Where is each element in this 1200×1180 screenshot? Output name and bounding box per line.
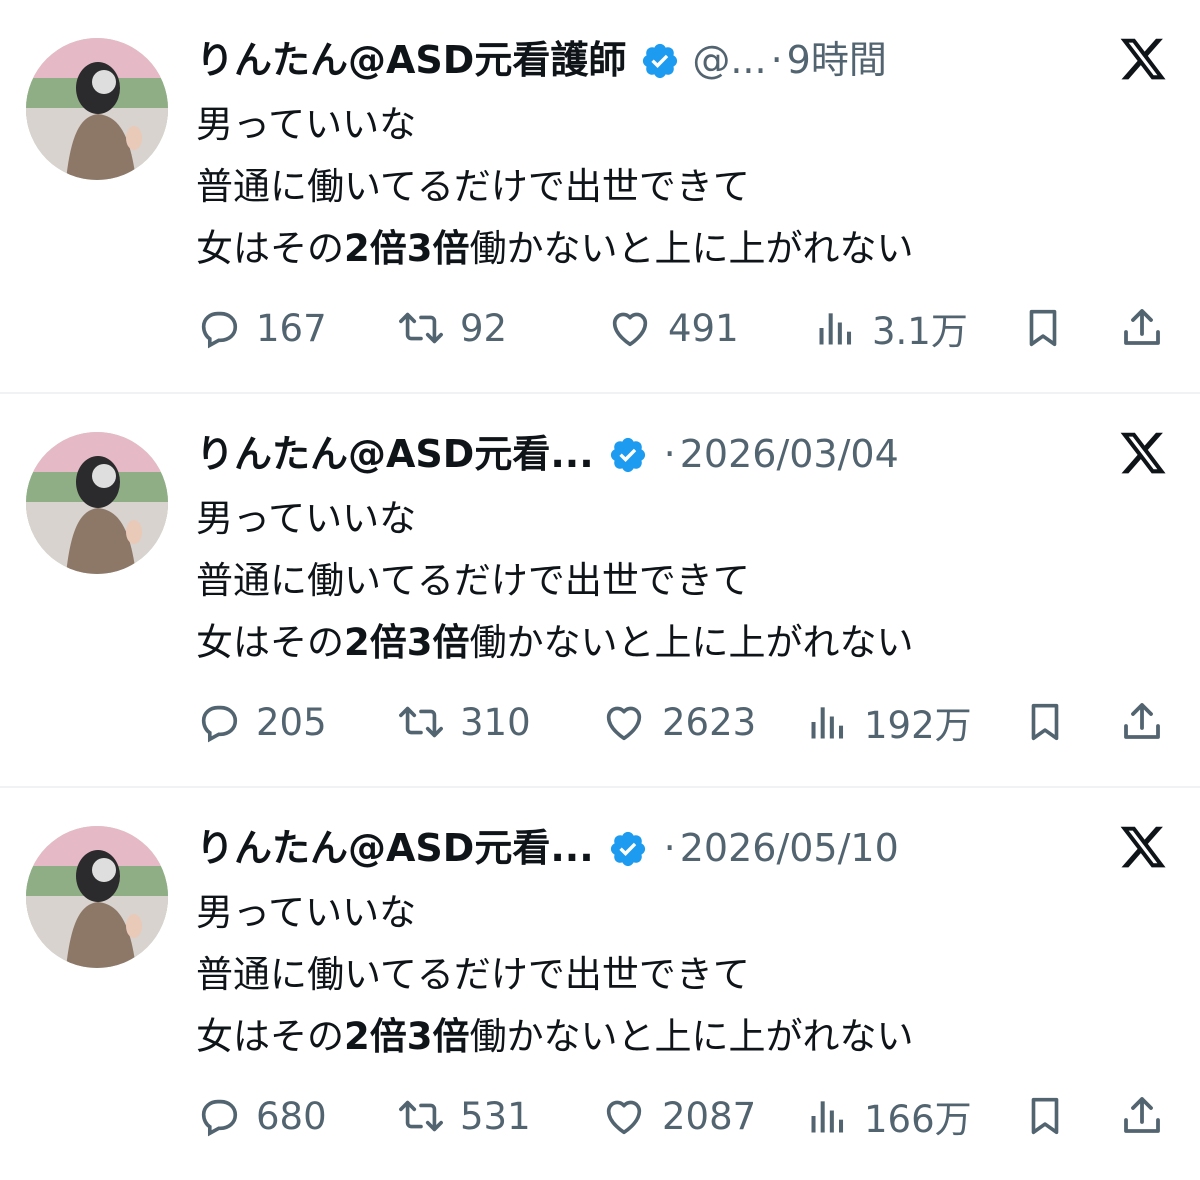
tweet-header: りんたん@ASD元看... · 2026/05/10 bbox=[196, 820, 899, 876]
x-logo-icon bbox=[1118, 822, 1168, 872]
x-logo-icon bbox=[1118, 428, 1168, 478]
tweet-line-2: 普通に働いてるだけで出世できて bbox=[196, 165, 750, 208]
x-logo-icon bbox=[1118, 34, 1168, 84]
view-count: 166万 bbox=[864, 1098, 972, 1141]
separator-dot: · bbox=[770, 38, 783, 82]
retweet-button[interactable]: 531 bbox=[396, 1078, 531, 1154]
tweet-line-3-end: 働かないと上に上がれない bbox=[469, 621, 914, 664]
tweet-line-3-end: 働かないと上に上がれない bbox=[469, 227, 914, 270]
retweet-icon bbox=[399, 706, 443, 738]
share-upload-icon bbox=[1124, 1097, 1160, 1133]
tweet-line-1: 男っていいな bbox=[196, 891, 417, 934]
reply-count: 680 bbox=[256, 1094, 327, 1138]
tweet-line-3-start: 女はその bbox=[196, 621, 344, 664]
tweet-text: 男っていいな 普通に働いてるだけで出世できて 女はその2倍3倍働かないと上に上が… bbox=[196, 94, 914, 280]
like-count: 2623 bbox=[662, 700, 757, 744]
speech-bubble-icon bbox=[201, 705, 238, 743]
reply-button[interactable]: 680 bbox=[196, 1078, 327, 1154]
tweet-line-2: 普通に働いてるだけで出世できて bbox=[196, 953, 750, 996]
bar-chart-icon bbox=[811, 707, 844, 739]
avatar[interactable] bbox=[26, 38, 168, 180]
reply-button[interactable]: 167 bbox=[196, 290, 327, 366]
tweet-card[interactable]: りんたん@ASD元看護師 @... · 9時間 男っていいな 普通に働いてるだけ… bbox=[0, 0, 1200, 392]
tweet-line-2: 普通に働いてるだけで出世できて bbox=[196, 559, 750, 602]
speech-bubble-icon bbox=[201, 311, 238, 349]
tweet-line-3: 女はその2倍3倍働かないと上に上がれない bbox=[196, 1006, 914, 1068]
view-count: 192万 bbox=[864, 704, 972, 747]
tweet-card[interactable]: りんたん@ASD元看... · 2026/03/04 男っていいな 普通に働いて… bbox=[0, 394, 1200, 786]
retweet-count: 92 bbox=[460, 306, 508, 350]
views-button[interactable]: 3.1万 bbox=[814, 290, 968, 366]
action-bar: 680 531 2087 166万 bbox=[0, 1078, 1200, 1154]
verified-badge-icon bbox=[608, 828, 648, 868]
avatar[interactable] bbox=[26, 826, 168, 968]
tweet-line-3: 女はその2倍3倍働かないと上に上がれない bbox=[196, 612, 914, 674]
reply-count: 205 bbox=[256, 700, 327, 744]
tweet-header: りんたん@ASD元看... · 2026/03/04 bbox=[196, 426, 899, 482]
views-button[interactable]: 166万 bbox=[806, 1078, 972, 1154]
like-button[interactable]: 2087 bbox=[600, 1078, 756, 1154]
share-button[interactable] bbox=[1118, 684, 1166, 760]
tweet-text: 男っていいな 普通に働いてるだけで出世できて 女はその2倍3倍働かないと上に上が… bbox=[196, 488, 914, 674]
tweet-line-3-bold: 2倍3倍 bbox=[344, 621, 470, 664]
like-count: 491 bbox=[668, 306, 739, 350]
tweet-line-1: 男っていいな bbox=[196, 103, 417, 146]
retweet-count: 310 bbox=[460, 700, 531, 744]
reply-count: 167 bbox=[256, 306, 327, 350]
tweet-line-3: 女はその2倍3倍働かないと上に上がれない bbox=[196, 218, 914, 280]
view-count: 3.1万 bbox=[872, 310, 968, 353]
bookmark-icon bbox=[1031, 1097, 1059, 1135]
tweet-line-3-end: 働かないと上に上がれない bbox=[469, 1015, 914, 1058]
action-bar: 167 92 491 3.1万 bbox=[0, 290, 1200, 366]
retweet-icon bbox=[399, 1100, 443, 1132]
speech-bubble-icon bbox=[201, 1099, 238, 1137]
bookmark-button[interactable] bbox=[1020, 290, 1066, 366]
bookmark-button[interactable] bbox=[1022, 1078, 1068, 1154]
timestamp[interactable]: 2026/05/10 bbox=[680, 820, 899, 876]
tweet-header: りんたん@ASD元看護師 @... · 9時間 bbox=[196, 32, 887, 88]
bar-chart-icon bbox=[819, 313, 852, 345]
like-button[interactable]: 491 bbox=[606, 290, 739, 366]
separator-dot: · bbox=[663, 432, 676, 476]
share-button[interactable] bbox=[1118, 1078, 1166, 1154]
reply-button[interactable]: 205 bbox=[196, 684, 327, 760]
heart-icon bbox=[612, 312, 648, 347]
retweet-count: 531 bbox=[460, 1094, 531, 1138]
views-button[interactable]: 192万 bbox=[806, 684, 972, 760]
bar-chart-icon bbox=[811, 1101, 844, 1133]
share-upload-icon bbox=[1124, 703, 1160, 739]
heart-icon bbox=[606, 1100, 642, 1135]
retweet-button[interactable]: 310 bbox=[396, 684, 531, 760]
retweet-icon bbox=[399, 312, 443, 344]
display-name[interactable]: りんたん@ASD元看護師 bbox=[196, 32, 626, 88]
share-upload-icon bbox=[1124, 309, 1160, 345]
tweet-line-3-start: 女はその bbox=[196, 227, 344, 270]
handle[interactable]: @... bbox=[692, 32, 766, 88]
bookmark-icon bbox=[1031, 703, 1059, 741]
verified-badge-icon bbox=[640, 40, 680, 80]
display-name[interactable]: りんたん@ASD元看... bbox=[196, 426, 594, 482]
display-name[interactable]: りんたん@ASD元看... bbox=[196, 820, 594, 876]
tweet-line-3-start: 女はその bbox=[196, 1015, 344, 1058]
like-button[interactable]: 2623 bbox=[600, 684, 756, 760]
timestamp[interactable]: 9時間 bbox=[787, 32, 887, 88]
separator-dot: · bbox=[663, 826, 676, 870]
verified-badge-icon bbox=[608, 434, 648, 474]
retweet-button[interactable]: 92 bbox=[396, 290, 507, 366]
bookmark-icon bbox=[1029, 309, 1057, 347]
tweet-line-1: 男っていいな bbox=[196, 497, 417, 540]
timestamp[interactable]: 2026/03/04 bbox=[680, 426, 899, 482]
heart-icon bbox=[606, 706, 642, 741]
tweet-line-3-bold: 2倍3倍 bbox=[344, 227, 470, 270]
avatar[interactable] bbox=[26, 432, 168, 574]
tweet-text: 男っていいな 普通に働いてるだけで出世できて 女はその2倍3倍働かないと上に上が… bbox=[196, 882, 914, 1068]
share-button[interactable] bbox=[1118, 290, 1166, 366]
tweet-line-3-bold: 2倍3倍 bbox=[344, 1015, 470, 1058]
tweet-card[interactable]: りんたん@ASD元看... · 2026/05/10 男っていいな 普通に働いて… bbox=[0, 788, 1200, 1180]
action-bar: 205 310 2623 192万 bbox=[0, 684, 1200, 760]
like-count: 2087 bbox=[662, 1094, 757, 1138]
bookmark-button[interactable] bbox=[1022, 684, 1068, 760]
